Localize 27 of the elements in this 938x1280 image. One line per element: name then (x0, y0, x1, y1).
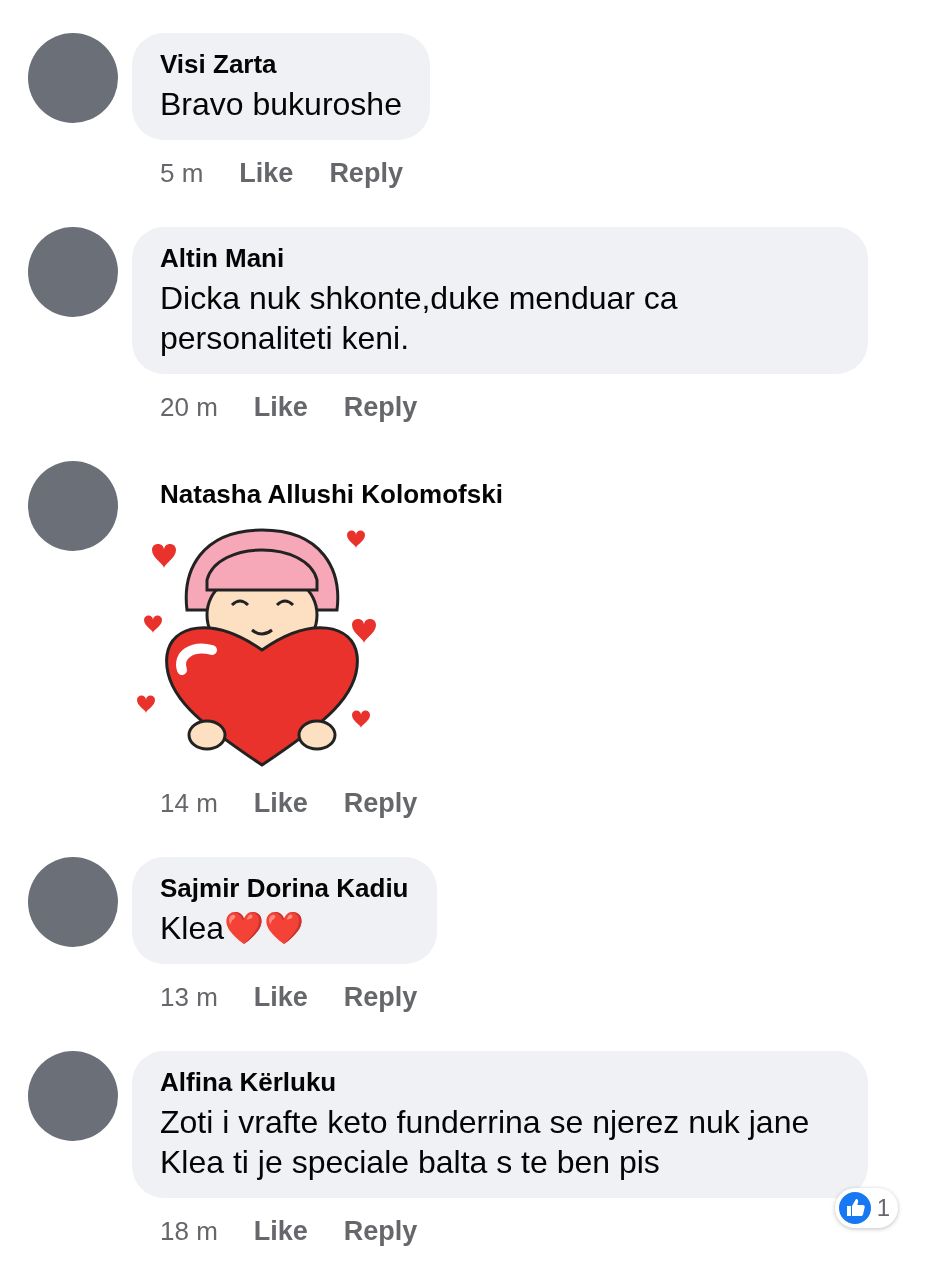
like-link[interactable]: Like (253, 788, 308, 819)
like-link[interactable]: Like (239, 158, 294, 189)
like-link[interactable]: Like (253, 1216, 308, 1247)
reaction-badge[interactable]: 1 (834, 1188, 898, 1228)
comment-text: Dicka nuk shkonte,duke menduar ca personaliteti keni. (160, 279, 679, 358)
reply-link[interactable]: Reply (343, 982, 418, 1013)
author-name[interactable]: Alfina Kërluku (160, 1067, 840, 1098)
comment-time: 20 m (160, 392, 218, 423)
like-link[interactable]: Like (253, 392, 308, 423)
comment-text: Bravo bukuroshe (160, 85, 402, 124)
reply-link[interactable]: Reply (329, 158, 403, 189)
reply-link[interactable]: Reply (343, 392, 418, 423)
thumbs-up-icon (836, 1190, 873, 1226)
comment-time: 18 m (160, 1216, 218, 1247)
comment-time: 5 m (160, 158, 204, 189)
reaction-count: 1 (876, 1194, 890, 1222)
comment-time: 14 m (160, 788, 218, 819)
comment-time: 13 m (160, 982, 218, 1013)
reply-link[interactable]: Reply (343, 1216, 418, 1247)
author-name[interactable]: Altin Mani (160, 243, 840, 274)
author-name[interactable]: Natasha Allushi Kolomofski (160, 479, 503, 510)
author-name[interactable]: Sajmir Dorina Kadiu (160, 873, 409, 904)
author-name[interactable]: Visi Zarta (160, 49, 402, 80)
like-link[interactable]: Like (253, 982, 308, 1013)
comment-text: Klea❤❤ (160, 909, 306, 948)
comment-text: Zoti i vrafte keto funderrina se njerez nuk jane Klea ti je speciale balta s te ben pis (160, 1103, 811, 1182)
reply-link[interactable]: Reply (343, 788, 418, 819)
